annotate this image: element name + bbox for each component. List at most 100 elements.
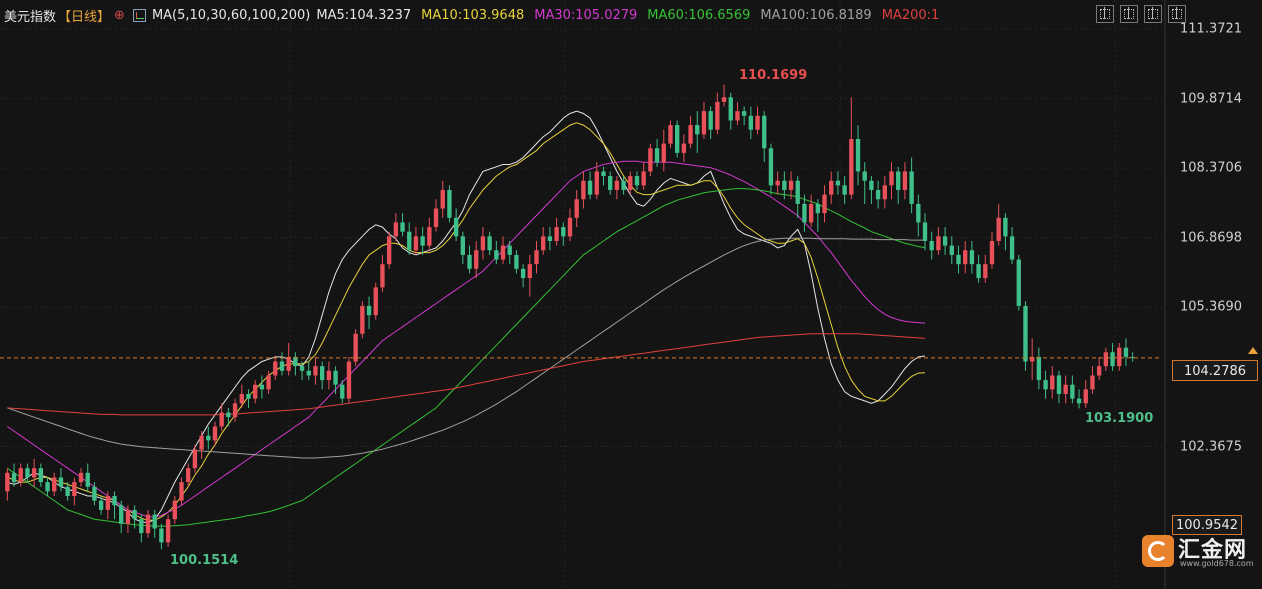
candle-body [936,236,941,251]
candle-body [1009,236,1015,260]
candle-body [862,171,867,181]
candle-body [145,514,151,534]
candle-body [648,148,653,172]
candle-body [701,111,707,135]
candle [648,143,653,177]
candle-body [621,180,626,190]
high-annotation: 110.1699 [739,68,808,83]
candle-body [413,236,419,251]
candle [353,329,358,367]
candle-body [768,148,774,186]
candle-body [98,500,104,510]
candle-body [909,171,914,204]
candlestick-chart[interactable] [0,0,1262,589]
brand-icon [1142,535,1174,567]
candle-body [18,468,23,483]
candle [373,282,378,320]
candle-body [380,264,385,288]
candle-body [192,449,198,469]
candle-body [453,217,459,237]
candle [1016,254,1021,311]
candle-body [782,180,787,190]
candle-body [206,435,211,441]
candle-body [467,254,472,269]
candle-body [748,115,754,130]
candle [447,185,452,223]
candle-body [400,222,405,232]
ma-value-label: MA200:1 [881,7,940,23]
ma-params[interactable]: MA(5,10,30,60,100,200) [152,8,310,23]
candle-body [721,97,727,102]
zoom-in-icon[interactable] [1096,5,1114,23]
candle-body [360,305,365,334]
recent-low-annotation: 103.1900 [1085,411,1154,426]
candle-body [326,370,332,381]
candle-body [815,203,821,214]
ma-values: MA5:104.3237 MA10:103.9648 MA30:105.0279 MA… [316,8,949,23]
add-symbol-icon[interactable]: ⊕ [114,8,125,23]
candle-body [31,468,37,478]
candle-body [440,189,445,209]
candle-body [567,217,573,237]
candle-body [500,245,506,260]
candle-body [587,180,593,195]
candle-body [802,203,807,223]
candle-body [172,500,177,520]
zoom-out-icon[interactable] [1120,5,1138,23]
candle-body [386,236,392,265]
candle [1023,301,1028,371]
current-price-box: 104.2786 [1172,360,1258,381]
candle [165,514,171,547]
candle-body [829,180,834,195]
candle-body [969,250,975,265]
brand-logo: 汇金网 www.gold678.com [1142,532,1254,572]
candle-body [1056,375,1062,394]
candle-body [1076,398,1082,404]
candle-body [989,240,995,265]
price-marker-icon [1248,347,1258,354]
period-label[interactable]: 【日线】 [58,6,110,25]
candle-body [1096,366,1102,376]
y-tick-label: 102.3675 [1180,439,1243,454]
indicator-checkbox-icon[interactable] [132,8,146,22]
candle [674,120,680,158]
candle-body [661,143,666,163]
candle-body [407,231,412,251]
y-tick-label: 109.8714 [1180,91,1243,107]
candle-body [25,468,30,478]
ma-value-label: MA60:106.6569 [647,7,751,23]
candle-body [855,138,861,172]
candle-body [983,264,988,279]
candle-body [634,176,640,186]
candle-body [581,180,586,200]
candle-body [125,509,131,524]
candle-body [219,412,224,427]
candle-body [762,115,767,149]
candle-body [212,426,218,441]
candle-body [822,194,827,214]
candle-body [159,528,164,543]
candle-body [420,236,425,246]
candle-body [65,486,70,496]
candle-body [541,236,546,251]
expand-icon[interactable] [1144,5,1162,23]
candle-body [735,111,740,121]
ma-value-label: MA5:104.3237 [316,7,412,23]
candle-body [286,356,291,371]
candle-body [179,482,184,501]
candle-body [681,143,687,153]
settings-icon[interactable] [1168,5,1186,23]
candle-body [641,171,646,186]
candle-body [628,176,633,190]
candle-body [520,268,526,279]
candle-body [842,185,847,195]
candle-body [728,97,733,121]
candle-body [594,171,599,195]
candle [346,356,352,404]
candle-body [299,366,305,371]
candle-body [608,176,613,190]
brand-url: www.gold678.com [1180,559,1254,568]
candle-body [527,264,532,279]
candle-body [273,361,278,376]
candle-body [152,514,157,529]
